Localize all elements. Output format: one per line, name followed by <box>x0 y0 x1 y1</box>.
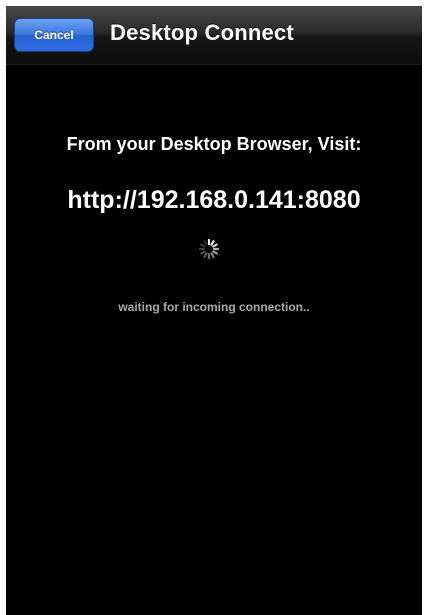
navigation-bar: Cancel Desktop Connect <box>6 6 422 65</box>
cancel-button[interactable]: Cancel <box>14 18 94 52</box>
page-title: Desktop Connect <box>110 20 294 45</box>
activity-indicator-icon <box>198 238 220 260</box>
connection-url: http://192.168.0.141:8080 <box>67 186 361 214</box>
connection-status: waiting for incoming connection.. <box>118 300 310 314</box>
visit-instructions: From your Desktop Browser, Visit: <box>66 134 362 154</box>
app-screen: Cancel Desktop Connect From your Desktop… <box>6 6 422 615</box>
